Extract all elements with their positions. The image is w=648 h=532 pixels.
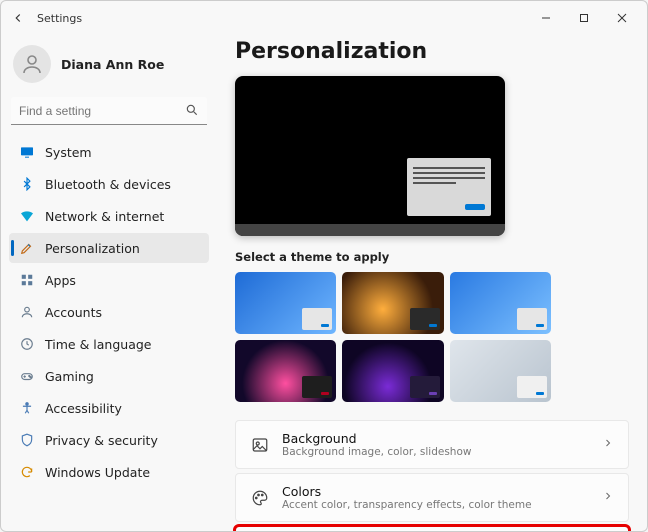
- nav-item-privacy[interactable]: Privacy & security: [9, 425, 209, 455]
- theme-thumb-2[interactable]: [450, 272, 551, 334]
- maximize-button[interactable]: [565, 4, 603, 32]
- theme-mini-accent: [536, 392, 544, 395]
- window-title: Settings: [37, 12, 82, 25]
- chevron-right-icon: [602, 437, 614, 452]
- search-input[interactable]: [11, 97, 207, 125]
- nav-item-bluetooth[interactable]: Bluetooth & devices: [9, 169, 209, 199]
- apps-icon: [19, 272, 35, 288]
- titlebar: Settings: [1, 1, 647, 35]
- theme-mini-accent: [429, 324, 437, 327]
- row-subtitle: Accent color, transparency effects, colo…: [282, 499, 590, 511]
- nav-item-label: Apps: [45, 273, 76, 288]
- preview-window: [407, 158, 491, 216]
- page-title: Personalization: [235, 39, 629, 64]
- nav: System Bluetooth & devices Network & inter…: [9, 137, 209, 487]
- accounts-icon: [19, 304, 35, 320]
- row-text: BackgroundBackground image, color, slide…: [282, 431, 590, 458]
- time-icon: [19, 336, 35, 352]
- nav-item-time[interactable]: Time & language: [9, 329, 209, 359]
- close-button[interactable]: [603, 4, 641, 32]
- privacy-icon: [19, 432, 35, 448]
- search-wrap: [11, 97, 207, 125]
- content: Diana Ann Roe System Bluetooth & devices N…: [1, 35, 647, 531]
- chevron-right-icon: [602, 490, 614, 505]
- row-subtitle: Background image, color, slideshow: [282, 446, 590, 458]
- background-icon: [250, 435, 270, 455]
- main: Personalization Select a theme to apply …: [217, 35, 647, 531]
- search-icon: [185, 103, 199, 120]
- network-icon: [19, 208, 35, 224]
- nav-item-system[interactable]: System: [9, 137, 209, 167]
- user-name: Diana Ann Roe: [61, 57, 164, 72]
- nav-item-label: Bluetooth & devices: [45, 177, 171, 192]
- nav-item-label: Gaming: [45, 369, 94, 384]
- nav-item-label: Accounts: [45, 305, 102, 320]
- theme-mini-accent: [321, 324, 329, 327]
- nav-item-label: Accessibility: [45, 401, 122, 416]
- nav-item-label: System: [45, 145, 92, 160]
- settings-row-background[interactable]: BackgroundBackground image, color, slide…: [235, 420, 629, 469]
- user-row[interactable]: Diana Ann Roe: [9, 39, 209, 95]
- nav-item-label: Windows Update: [45, 465, 150, 480]
- nav-item-apps[interactable]: Apps: [9, 265, 209, 295]
- gaming-icon: [19, 368, 35, 384]
- colors-icon: [250, 488, 270, 508]
- settings-row-colors[interactable]: ColorsAccent color, transparency effects…: [235, 473, 629, 522]
- preview-taskbar: [235, 224, 505, 236]
- accessibility-icon: [19, 400, 35, 416]
- personalization-icon: [19, 240, 35, 256]
- row-text: ColorsAccent color, transparency effects…: [282, 484, 590, 511]
- settings-window: Settings Diana Ann Roe: [0, 0, 648, 532]
- nav-item-personalization[interactable]: Personalization: [9, 233, 209, 263]
- theme-thumb-3[interactable]: [235, 340, 336, 402]
- theme-thumb-0[interactable]: [235, 272, 336, 334]
- settings-row-themes[interactable]: ThemesInstall, create, manage: [235, 526, 629, 531]
- minimize-button[interactable]: [527, 4, 565, 32]
- nav-item-label: Personalization: [45, 241, 140, 256]
- sidebar: Diana Ann Roe System Bluetooth & devices N…: [1, 35, 217, 531]
- nav-item-label: Network & internet: [45, 209, 164, 224]
- nav-item-gaming[interactable]: Gaming: [9, 361, 209, 391]
- theme-thumb-1[interactable]: [342, 272, 443, 334]
- settings-list: BackgroundBackground image, color, slide…: [235, 420, 629, 531]
- themes-grid: [235, 272, 551, 402]
- update-icon: [19, 464, 35, 480]
- row-title: Colors: [282, 484, 590, 499]
- nav-item-label: Time & language: [45, 337, 151, 352]
- bluetooth-icon: [19, 176, 35, 192]
- nav-item-label: Privacy & security: [45, 433, 158, 448]
- nav-item-accounts[interactable]: Accounts: [9, 297, 209, 327]
- theme-thumb-4[interactable]: [342, 340, 443, 402]
- theme-mini-accent: [321, 392, 329, 395]
- theme-mini-accent: [429, 392, 437, 395]
- nav-item-network[interactable]: Network & internet: [9, 201, 209, 231]
- back-button[interactable]: [7, 7, 29, 29]
- theme-mini-accent: [536, 324, 544, 327]
- avatar: [13, 45, 51, 83]
- nav-item-update[interactable]: Windows Update: [9, 457, 209, 487]
- desktop-preview: [235, 76, 505, 236]
- row-title: Background: [282, 431, 590, 446]
- system-icon: [19, 144, 35, 160]
- nav-item-accessibility[interactable]: Accessibility: [9, 393, 209, 423]
- theme-thumb-5[interactable]: [450, 340, 551, 402]
- themes-section-label: Select a theme to apply: [235, 250, 629, 264]
